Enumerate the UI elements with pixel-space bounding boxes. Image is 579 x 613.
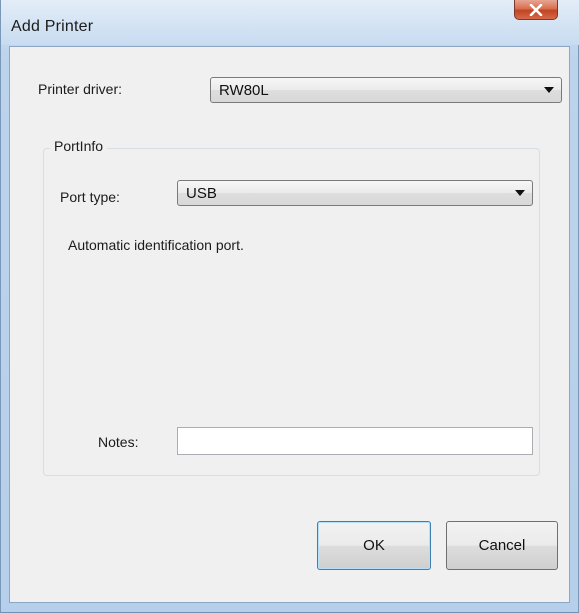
port-type-value: USB [186, 185, 217, 202]
notes-input[interactable] [177, 427, 533, 455]
dialog-client-area: Printer driver: RW80L PortInfo Port type… [9, 46, 570, 603]
chevron-down-icon [544, 87, 554, 93]
printer-driver-label: Printer driver: [38, 81, 123, 97]
add-printer-dialog: Add Printer Printer driver: RW80L PortIn… [0, 0, 579, 613]
port-type-dropdown[interactable]: USB [177, 180, 533, 206]
ok-button[interactable]: OK [317, 521, 431, 570]
chevron-down-icon [515, 190, 525, 196]
close-x-icon [529, 3, 543, 16]
cancel-button[interactable]: Cancel [446, 521, 558, 570]
port-type-label: Port type: [60, 189, 120, 205]
port-description: Automatic identification port. [68, 237, 244, 253]
printer-driver-value: RW80L [219, 82, 269, 99]
close-button[interactable] [514, 0, 558, 20]
window-title: Add Printer [11, 18, 94, 35]
notes-label: Notes: [98, 434, 139, 450]
printer-driver-dropdown[interactable]: RW80L [210, 77, 562, 103]
port-info-group-title: PortInfo [50, 138, 108, 154]
title-bar[interactable]: Add Printer [1, 0, 579, 45]
